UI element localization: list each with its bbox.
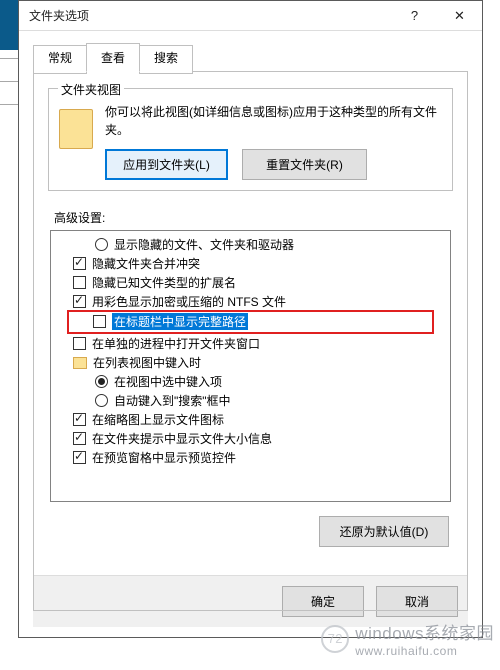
close-button[interactable]: ✕ bbox=[437, 1, 482, 31]
option-row[interactable]: 自动键入到"搜索"框中 bbox=[51, 391, 450, 410]
tab-general[interactable]: 常规 bbox=[33, 45, 87, 74]
dialog-title: 文件夹选项 bbox=[29, 7, 392, 24]
option-label: 在标题栏中显示完整路径 bbox=[112, 313, 248, 330]
option-row[interactable]: 用彩色显示加密或压缩的 NTFS 文件 bbox=[51, 292, 450, 311]
group-desc: 你可以将此视图(如详细信息或图标)应用于这种类型的所有文件夹。 bbox=[105, 103, 442, 139]
folder-icon bbox=[73, 357, 87, 369]
checkbox-icon bbox=[73, 451, 86, 464]
option-row[interactable]: 在单独的进程中打开文件夹窗口 bbox=[51, 334, 450, 353]
checkbox-icon bbox=[93, 315, 106, 328]
option-label: 用彩色显示加密或压缩的 NTFS 文件 bbox=[92, 293, 286, 310]
apply-to-folders-button[interactable]: 应用到文件夹(L) bbox=[105, 149, 228, 180]
option-row[interactable]: 在缩略图上显示文件图标 bbox=[51, 410, 450, 429]
radio-icon bbox=[95, 394, 108, 407]
option-row[interactable]: 在文件夹提示中显示文件大小信息 bbox=[51, 429, 450, 448]
advanced-settings-label: 高级设置: bbox=[54, 209, 449, 226]
option-label: 在视图中选中键入项 bbox=[114, 373, 222, 390]
checkbox-icon bbox=[73, 413, 86, 426]
checkbox-icon bbox=[73, 337, 86, 350]
restore-defaults-button[interactable]: 还原为默认值(D) bbox=[319, 516, 449, 547]
option-label: 隐藏已知文件类型的扩展名 bbox=[92, 274, 236, 291]
option-label: 自动键入到"搜索"框中 bbox=[114, 392, 231, 409]
option-label: 在单独的进程中打开文件夹窗口 bbox=[92, 335, 260, 352]
reset-folders-button[interactable]: 重置文件夹(R) bbox=[242, 149, 367, 180]
group-label: 文件夹视图 bbox=[58, 81, 124, 98]
folder-icon bbox=[59, 109, 93, 149]
advanced-settings-list[interactable]: 显示隐藏的文件、文件夹和驱动器隐藏文件夹合并冲突隐藏已知文件类型的扩展名用彩色显… bbox=[50, 230, 451, 502]
tab-search[interactable]: 搜索 bbox=[139, 45, 193, 74]
folder-views-group: 文件夹视图 你可以将此视图(如详细信息或图标)应用于这种类型的所有文件夹。 应用… bbox=[48, 88, 453, 191]
option-row[interactable]: 隐藏已知文件类型的扩展名 bbox=[51, 273, 450, 292]
checkbox-icon bbox=[73, 295, 86, 308]
option-row[interactable]: 在标题栏中显示完整路径 bbox=[69, 312, 432, 332]
option-label: 隐藏文件夹合并冲突 bbox=[92, 255, 200, 272]
checkbox-icon bbox=[73, 276, 86, 289]
radio-icon bbox=[95, 238, 108, 251]
radio-icon bbox=[95, 375, 108, 388]
option-label: 在预览窗格中显示预览控件 bbox=[92, 449, 236, 466]
option-row[interactable]: 在列表视图中键入时 bbox=[51, 353, 450, 372]
option-label: 在文件夹提示中显示文件大小信息 bbox=[92, 430, 272, 447]
option-label: 显示隐藏的文件、文件夹和驱动器 bbox=[114, 236, 294, 253]
option-label: 在缩略图上显示文件图标 bbox=[92, 411, 224, 428]
checkbox-icon bbox=[73, 432, 86, 445]
help-button[interactable]: ? bbox=[392, 1, 437, 31]
option-row[interactable]: 在预览窗格中显示预览控件 bbox=[51, 448, 450, 467]
tab-view[interactable]: 查看 bbox=[86, 43, 140, 72]
checkbox-icon bbox=[73, 257, 86, 270]
option-row[interactable]: 显示隐藏的文件、文件夹和驱动器 bbox=[51, 235, 450, 254]
folder-options-dialog: 文件夹选项 ? ✕ 常规 查看 搜索 文件夹视图 你可以将此视图(如详细信息或图… bbox=[18, 0, 483, 638]
title-bar: 文件夹选项 ? ✕ bbox=[19, 1, 482, 31]
option-row[interactable]: 隐藏文件夹合并冲突 bbox=[51, 254, 450, 273]
option-label: 在列表视图中键入时 bbox=[93, 354, 201, 371]
option-row[interactable]: 在视图中选中键入项 bbox=[51, 372, 450, 391]
